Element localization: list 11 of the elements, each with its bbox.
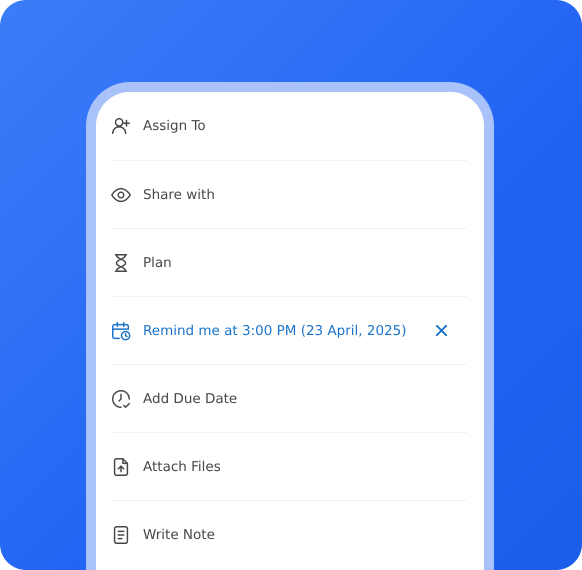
menu-item[interactable]: Write Note (113, 500, 467, 568)
menu-item[interactable]: Assign To (96, 92, 467, 160)
menu-item[interactable]: Attach Files (113, 432, 467, 500)
calendar-clock-icon (110, 320, 132, 342)
menu-item[interactable]: Add Due Date (113, 364, 467, 432)
menu-item[interactable]: Plan (113, 228, 467, 296)
close-icon[interactable] (434, 323, 449, 338)
person-add-icon (110, 115, 132, 137)
clock-check-icon (110, 388, 132, 410)
menu-item[interactable]: Remind me at 3:00 PM (23 April, 2025) (113, 296, 467, 364)
menu-item[interactable]: Share with (113, 160, 467, 228)
